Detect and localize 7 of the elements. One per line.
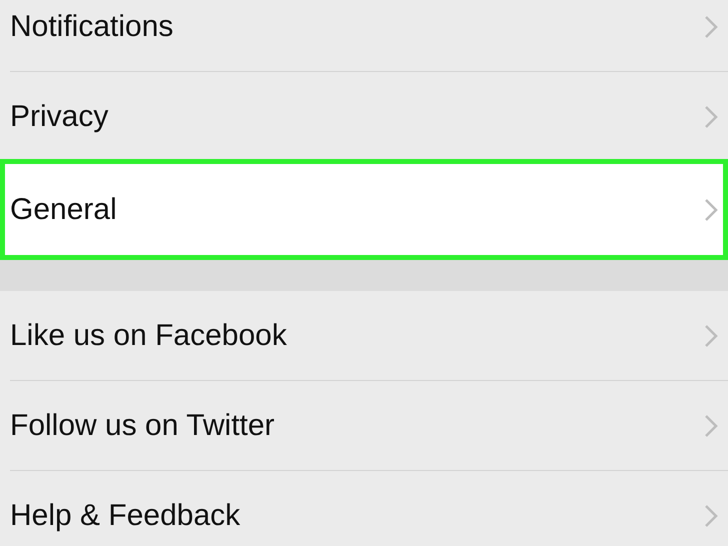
chevron-icon [704, 104, 718, 128]
chevron-icon [704, 198, 718, 222]
settings-row[interactable]: General [0, 159, 728, 260]
chevron-icon [704, 504, 718, 528]
chevron-icon [704, 414, 718, 438]
chevron-icon [704, 14, 718, 38]
chevron-icon [704, 324, 718, 348]
